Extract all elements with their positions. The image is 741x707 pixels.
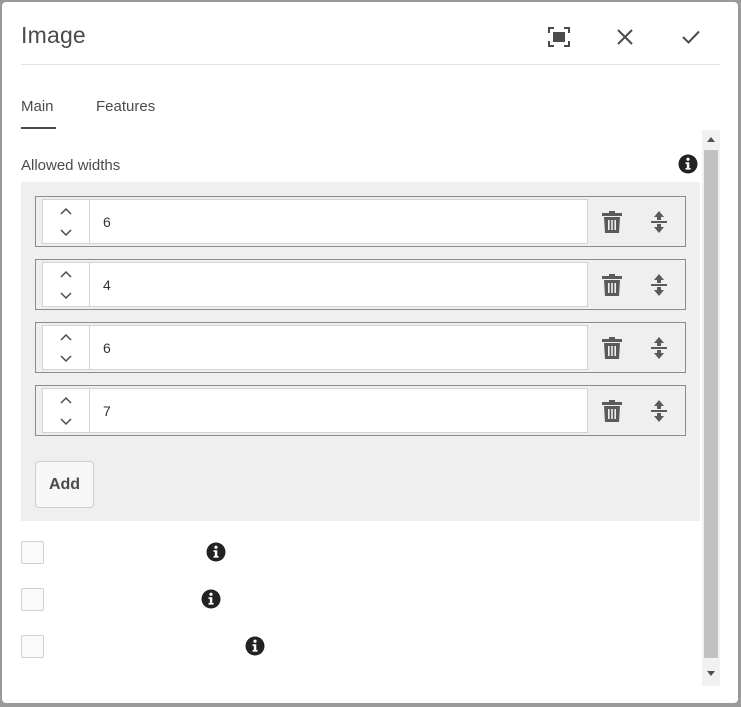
- delete-button[interactable]: [598, 333, 626, 363]
- info-icon[interactable]: [678, 154, 698, 174]
- triangle-up-icon: [707, 136, 715, 142]
- info-icon[interactable]: [201, 589, 221, 609]
- scroll-down-button[interactable]: [702, 664, 720, 682]
- dialog-title: Image: [21, 22, 86, 48]
- option-checkbox[interactable]: [21, 588, 44, 611]
- width-input[interactable]: [89, 262, 588, 307]
- move-vertical-icon: [651, 400, 667, 422]
- allowed-widths-multifield: Add: [21, 182, 700, 521]
- done-button[interactable]: [674, 20, 708, 54]
- chevron-up-icon: [60, 270, 72, 278]
- increment-button[interactable]: [43, 326, 89, 348]
- decrement-button[interactable]: [43, 222, 89, 244]
- chevron-up-icon: [60, 396, 72, 404]
- number-stepper: [42, 199, 89, 244]
- scroll-up-button[interactable]: [702, 130, 720, 148]
- close-button[interactable]: [608, 20, 642, 54]
- info-icon[interactable]: [245, 636, 265, 656]
- reorder-handle[interactable]: [645, 333, 673, 363]
- trash-icon: [602, 211, 622, 233]
- reorder-handle[interactable]: [645, 270, 673, 300]
- width-item: [35, 196, 686, 247]
- tab-features[interactable]: Features: [96, 98, 155, 115]
- dialog-header: Image: [2, 2, 738, 66]
- decrement-button[interactable]: [43, 348, 89, 370]
- info-icon[interactable]: [206, 542, 226, 562]
- header-divider: [21, 64, 720, 65]
- chevron-up-icon: [60, 207, 72, 215]
- add-width-button[interactable]: Add: [35, 461, 94, 508]
- delete-button[interactable]: [598, 396, 626, 426]
- number-stepper: [42, 388, 89, 433]
- increment-button[interactable]: [43, 200, 89, 222]
- trash-icon: [602, 274, 622, 296]
- image-dialog: Image Main Features Allowed widths 6 4 6…: [2, 2, 738, 703]
- reorder-handle[interactable]: [645, 396, 673, 426]
- chevron-down-icon: [60, 292, 72, 300]
- move-vertical-icon: [651, 274, 667, 296]
- width-input[interactable]: [89, 325, 588, 370]
- decrement-button[interactable]: [43, 411, 89, 433]
- move-vertical-icon: [651, 337, 667, 359]
- triangle-down-icon: [707, 670, 715, 676]
- width-input[interactable]: [89, 199, 588, 244]
- increment-button[interactable]: [43, 389, 89, 411]
- number-stepper: [42, 262, 89, 307]
- scrollbar-thumb[interactable]: [704, 150, 718, 658]
- tab-main[interactable]: Main: [21, 98, 54, 115]
- close-icon: [617, 29, 633, 45]
- trash-icon: [602, 337, 622, 359]
- chevron-down-icon: [60, 229, 72, 237]
- width-item: [35, 385, 686, 436]
- vertical-scrollbar[interactable]: [702, 130, 720, 686]
- chevron-down-icon: [60, 418, 72, 426]
- move-vertical-icon: [651, 211, 667, 233]
- checkmark-icon: [682, 30, 700, 44]
- option-checkbox[interactable]: [21, 541, 44, 564]
- number-stepper: [42, 325, 89, 370]
- reorder-handle[interactable]: [645, 207, 673, 237]
- chevron-down-icon: [60, 355, 72, 363]
- option-checkbox[interactable]: [21, 635, 44, 658]
- trash-icon: [602, 400, 622, 422]
- fullscreen-icon: [548, 27, 570, 47]
- delete-button[interactable]: [598, 207, 626, 237]
- active-tab-indicator: [21, 127, 56, 129]
- width-input[interactable]: [89, 388, 588, 433]
- decrement-button[interactable]: [43, 285, 89, 307]
- width-item: [35, 322, 686, 373]
- increment-button[interactable]: [43, 263, 89, 285]
- chevron-up-icon: [60, 333, 72, 341]
- main-tab-panel: Allowed widths 6 4 6 7 Add: [2, 130, 702, 686]
- width-item: [35, 259, 686, 310]
- allowed-widths-label: Allowed widths: [21, 157, 121, 174]
- fullscreen-button[interactable]: [542, 20, 576, 54]
- delete-button[interactable]: [598, 270, 626, 300]
